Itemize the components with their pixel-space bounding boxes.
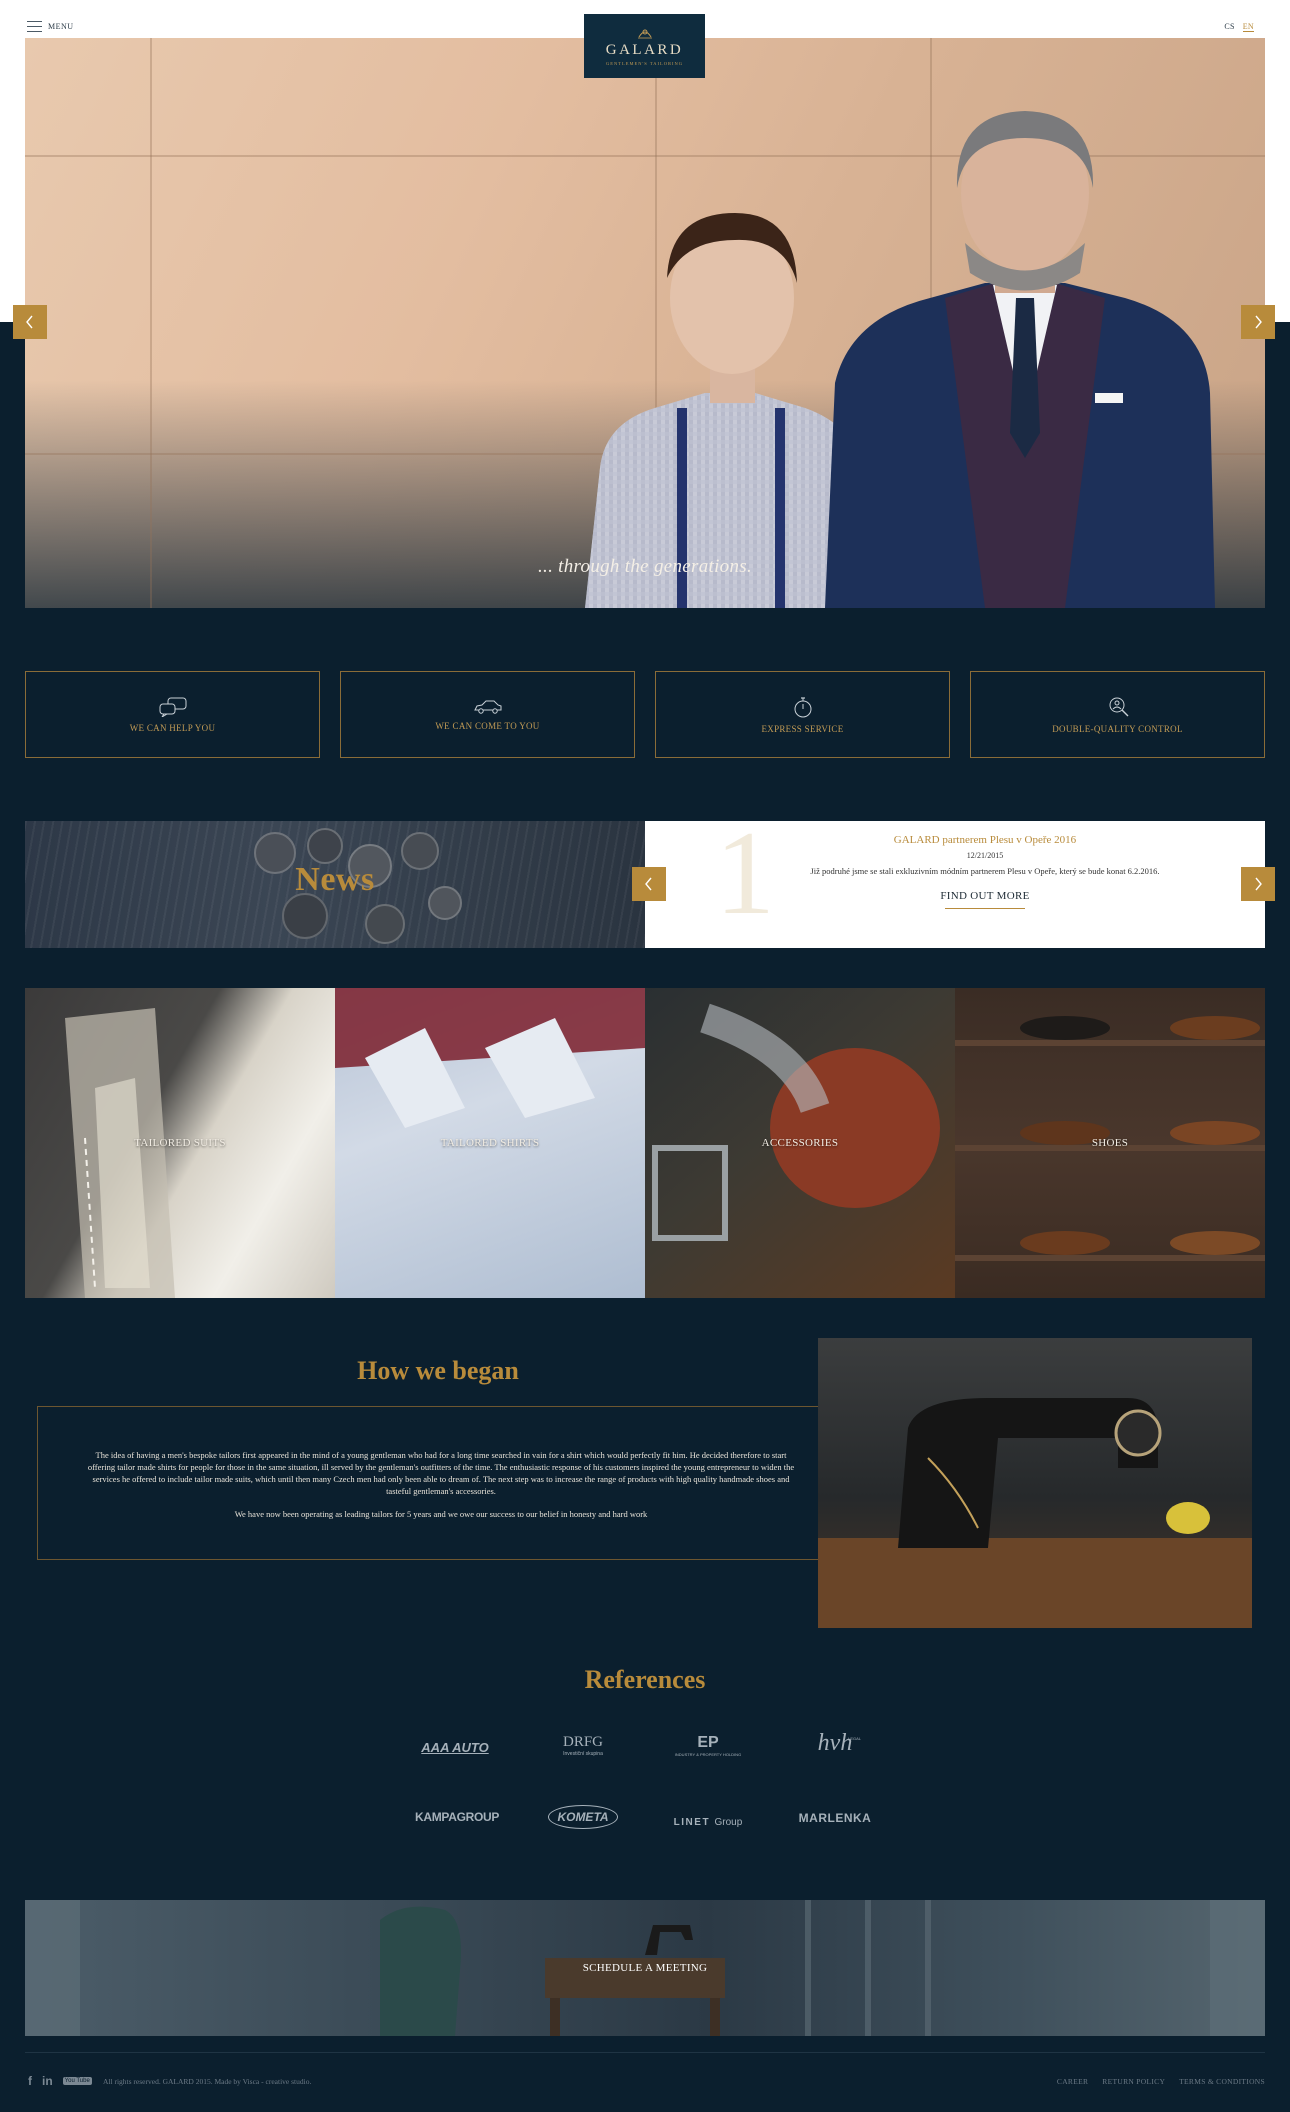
link-underline	[945, 908, 1025, 909]
schedule-meeting-banner: SCHEDULE A MEETING	[25, 1900, 1265, 2036]
copyright-text: All rights reserved. GALARD 2015. Made b…	[103, 2077, 312, 2086]
news-banner-image: News	[25, 821, 645, 948]
chevron-right-icon	[1255, 877, 1262, 891]
footer-link-career[interactable]: CAREER	[1057, 2077, 1088, 2086]
about-text-box: The idea of having a men's bespoke tailo…	[37, 1406, 842, 1560]
category-tailored-suits[interactable]: TAILORED SUITS	[25, 988, 335, 1298]
category-label: SHOES	[1091, 1137, 1129, 1149]
sewing-machine-illustration	[818, 1398, 1252, 1628]
hero-slider: ... through the generations.	[25, 38, 1265, 608]
footer-divider	[25, 2052, 1265, 2053]
find-out-more-link[interactable]: FIND OUT MORE	[900, 890, 1070, 902]
about-paragraph: The idea of having a men's bespoke tailo…	[87, 1450, 795, 1496]
galard-logo[interactable]: GALARD GENTLEMEN'S TAILORING	[584, 14, 705, 78]
reference-logo-aaa-auto: AAA AUTO	[421, 1740, 489, 1755]
logo-wordmark: GALARD	[605, 41, 684, 58]
hero-prev-button[interactable]	[13, 305, 47, 339]
footer-link-terms[interactable]: TERMS & CONDITIONS	[1179, 2077, 1265, 2086]
news-item: 1 GALARD partnerem Plesu v Opeře 2016 12…	[645, 813, 1265, 948]
reference-logo-hvh: hvh LEGAL	[817, 1730, 861, 1756]
service-label: EXPRESS SERVICE	[761, 723, 844, 734]
logo-tagline: GENTLEMEN'S TAILORING	[606, 60, 683, 66]
reference-logo-marlenka: MARLENKA	[798, 1811, 872, 1825]
crest-icon	[637, 29, 652, 38]
language-en[interactable]: EN	[1242, 22, 1254, 32]
hero-image-older-man	[825, 111, 1215, 608]
chevron-right-icon	[1255, 315, 1262, 329]
footer-links: CAREER RETURN POLICY TERMS & CONDITIONS	[1057, 2077, 1265, 2086]
linkedin-icon[interactable]: in	[42, 2074, 53, 2088]
language-cs[interactable]: CS	[1224, 22, 1234, 32]
service-label: DOUBLE-QUALITY CONTROL	[1052, 723, 1183, 734]
about-paragraph: We have now been operating as leading ta…	[234, 1509, 648, 1519]
news-prev-button[interactable]	[632, 867, 666, 901]
hero-caption: ... through the generations.	[537, 556, 753, 577]
reference-logo-kometa: KOMETA	[543, 1805, 623, 1829]
social-links: f in You Tube	[28, 2074, 92, 2088]
sewing-machine-image	[818, 1338, 1252, 1628]
schedule-meeting-button[interactable]: SCHEDULE A MEETING	[575, 1958, 716, 1978]
category-shoes[interactable]: SHOES	[955, 988, 1265, 1298]
news-date: 12/21/2015	[966, 851, 1004, 860]
service-label: WE CAN HELP YOU	[129, 722, 216, 733]
magnifier-person-icon	[1109, 697, 1128, 716]
facebook-icon[interactable]: f	[28, 2074, 32, 2088]
footer-link-return-policy[interactable]: RETURN POLICY	[1102, 2077, 1165, 2086]
reference-logo-linet: LINET Group	[673, 1817, 743, 1828]
service-express-service[interactable]: EXPRESS SERVICE	[655, 671, 950, 758]
car-icon	[473, 700, 501, 714]
chevron-left-icon	[26, 315, 33, 329]
about-title: How we began	[357, 1356, 519, 1385]
references-title: References	[584, 1665, 706, 1694]
service-we-can-come-to-you[interactable]: WE CAN COME TO YOU	[340, 671, 635, 758]
page: MENU CS EN GALARD GENTLEMEN'S TAILORING	[0, 0, 1290, 2112]
chat-bubbles-icon	[159, 697, 186, 717]
youtube-icon[interactable]: You Tube	[62, 2077, 92, 2085]
hero-next-button[interactable]	[1241, 305, 1275, 339]
reference-logo-ep: EP INDUSTRY & PROPERTY HOLDING	[674, 1734, 742, 1757]
category-label: TAILORED SUITS	[134, 1137, 226, 1149]
news-headline[interactable]: GALARD partnerem Plesu v Opeře 2016	[765, 834, 1205, 846]
hamburger-icon	[27, 20, 42, 32]
reference-logo-kampagroup: KAMPAGROUP	[415, 1810, 500, 1824]
service-label: WE CAN COME TO YOU	[435, 720, 540, 731]
category-accessories[interactable]: ACCESSORIES	[645, 988, 955, 1298]
news-next-button[interactable]	[1241, 867, 1275, 901]
news-text: Již podruhé jsme se stali exkluzivním mó…	[810, 866, 1160, 876]
category-tailored-shirts[interactable]: TAILORED SHIRTS	[335, 988, 645, 1298]
menu-label: MENU	[48, 21, 74, 31]
stopwatch-icon	[794, 696, 811, 717]
category-label: ACCESSORIES	[761, 1137, 839, 1149]
chevron-left-icon	[645, 877, 652, 891]
service-double-quality-control[interactable]: DOUBLE-QUALITY CONTROL	[970, 671, 1265, 758]
reference-logo-drfg: DRFG Investiční skupina	[562, 1734, 603, 1757]
news-title: News	[295, 861, 375, 898]
language-switcher: CS EN	[1224, 22, 1254, 32]
category-label: TAILORED SHIRTS	[440, 1137, 540, 1149]
menu-button[interactable]: MENU	[27, 19, 74, 33]
service-we-can-help-you[interactable]: WE CAN HELP YOU	[25, 671, 320, 758]
